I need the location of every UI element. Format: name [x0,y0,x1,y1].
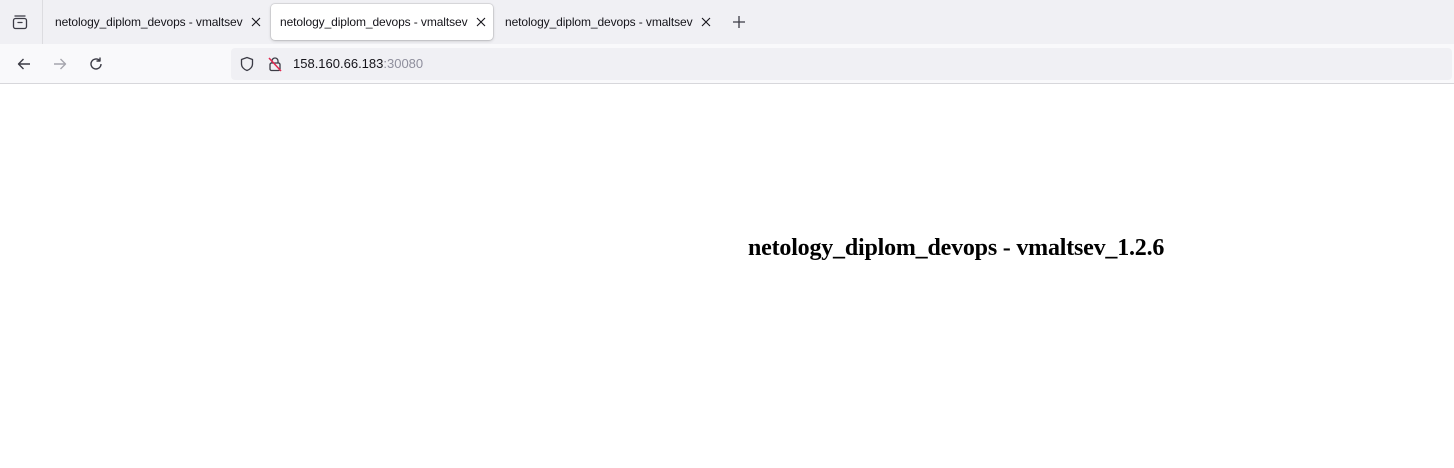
tab-title: netology_diplom_devops - vmaltsev [55,15,243,29]
url-host: 158.160.66.183 [293,56,384,71]
plus-icon [733,16,745,28]
tab-3[interactable]: netology_diplom_devops - vmaltsev [496,4,718,40]
tab-1[interactable]: netology_diplom_devops - vmaltsev [46,4,268,40]
page-heading: netology_diplom_devops - vmaltsev_1.2.6 [748,235,1165,261]
address-bar[interactable]: 158.160.66.183:30080 [231,48,1452,80]
back-button[interactable] [10,50,38,78]
forward-button[interactable] [46,50,74,78]
tab-list-button[interactable] [6,8,34,36]
close-icon[interactable] [475,16,487,28]
lock-slash-icon[interactable] [267,56,283,72]
tab-strip-divider [42,0,43,44]
navigation-toolbar: 158.160.66.183:30080 [0,44,1454,84]
url-text[interactable]: 158.160.66.183:30080 [293,56,423,72]
tab-list-icon [12,15,28,30]
arrow-left-icon [17,58,30,70]
reload-button[interactable] [82,50,110,78]
new-tab-button[interactable] [728,11,750,33]
url-port: :30080 [383,56,424,71]
close-icon[interactable] [250,16,262,28]
reload-icon [90,57,102,70]
close-icon[interactable] [700,16,712,28]
tab-2-active[interactable]: netology_diplom_devops - vmaltsev [271,4,493,40]
tab-title: netology_diplom_devops - vmaltsev [280,15,468,29]
shield-icon[interactable] [239,56,255,72]
tab-strip: netology_diplom_devops - vmaltsev netolo… [0,0,1454,44]
page-content: netology_diplom_devops - vmaltsev_1.2.6 [0,85,1454,468]
tab-title: netology_diplom_devops - vmaltsev [505,15,693,29]
arrow-right-icon [54,58,67,70]
